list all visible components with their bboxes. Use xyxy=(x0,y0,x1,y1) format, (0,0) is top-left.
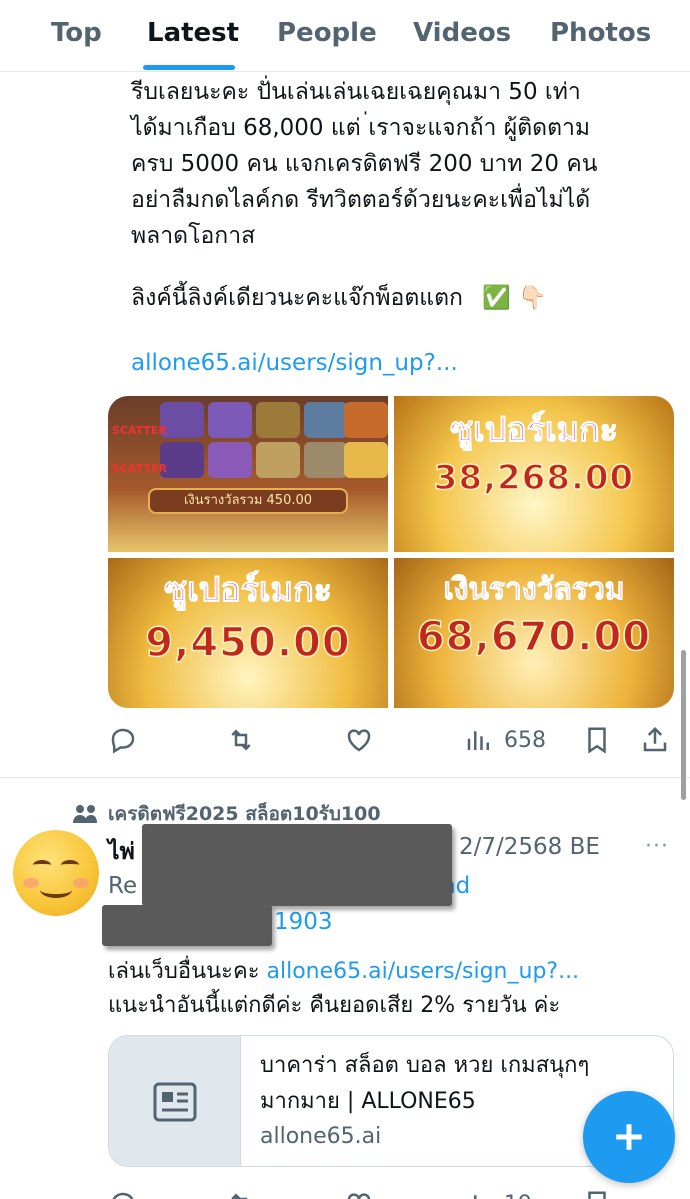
like-icon xyxy=(347,1193,371,1199)
retweet-icon xyxy=(231,729,251,751)
compose-plus-icon xyxy=(616,1124,642,1150)
bookmark-button[interactable] xyxy=(582,720,612,760)
media-super-mega-win-1[interactable]: ซูเปอร์เมกะ 38,268.00 xyxy=(394,396,674,552)
search-tabs: Top Latest People Videos Photos xyxy=(0,0,690,72)
like-button[interactable] xyxy=(344,1184,374,1199)
tweet-action-bar-partial: 19 xyxy=(108,1184,674,1199)
card-domain: allone65.ai xyxy=(260,1124,382,1149)
views-icon xyxy=(474,1195,477,1199)
reply-icon xyxy=(112,1192,134,1199)
tab-videos[interactable]: Videos xyxy=(413,18,511,48)
like-icon xyxy=(347,729,371,752)
scrollbar[interactable] xyxy=(681,650,686,800)
retweet-button[interactable] xyxy=(226,1184,256,1199)
tweet-text-line: พลาดโอกาส xyxy=(131,223,256,249)
retweet-button[interactable] xyxy=(226,720,256,760)
bookmark-button[interactable] xyxy=(582,1184,612,1199)
views-button[interactable]: 19 xyxy=(464,1184,532,1199)
tab-latest[interactable]: Latest xyxy=(147,18,239,48)
compose-button[interactable] xyxy=(583,1091,675,1183)
tweet-date[interactable]: 2/7/2568 BE xyxy=(459,834,600,860)
tweet-text-line: ครบ 5000 คน แจกเครดิตฟรี 200 บาท 20 คน xyxy=(131,151,598,177)
bookmark-icon xyxy=(588,727,606,754)
tab-top[interactable]: Top xyxy=(51,18,102,48)
share-button[interactable] xyxy=(640,720,670,760)
community-icon xyxy=(73,805,97,823)
more-options-button[interactable]: ··· xyxy=(645,834,669,859)
tweet-separator xyxy=(0,777,690,778)
reply-button[interactable] xyxy=(108,720,138,760)
win-title: ซูเปอร์เมกะ xyxy=(164,570,333,611)
scatter-label: SCATTER xyxy=(112,424,167,437)
tweet-text-line: เล่นเว็บอื่นนะคะ allone65.ai/users/sign_… xyxy=(108,955,579,989)
media-super-mega-win-2[interactable]: ซูเปอร์เมกะ 9,450.00 xyxy=(108,558,388,708)
retweet-icon xyxy=(231,1193,248,1199)
views-button[interactable]: 658 xyxy=(464,720,546,760)
checkmark-pointing-emoji: ✅ 👇🏻 xyxy=(482,285,547,311)
slot-win-banner: เงินรางวัลรวม 450.00 xyxy=(148,488,348,514)
reply-icon xyxy=(111,728,135,754)
win-amount: 68,670.00 xyxy=(416,613,652,661)
tab-people[interactable]: People xyxy=(277,18,377,48)
tweet-text-prefix: เล่นเว็บอื่นนะคะ xyxy=(108,959,267,984)
bookmark-icon xyxy=(588,1191,606,1199)
tweet-link-caption: ลิงค์นี้ลิงค์เดียวนะคะแจ๊กพ็อตแตก ✅ 👇🏻 xyxy=(131,280,547,316)
win-title: ซูเปอร์เมกะ xyxy=(450,410,619,451)
scatter-label: SCATTER xyxy=(112,462,167,475)
tweet-link-caption-text: ลิงค์นี้ลิงค์เดียวนะคะแจ๊กพ็อตแตก xyxy=(131,285,463,311)
tweet-text-line: แนะนำอันนี้แต่กดีค่ะ คืนยอดเสีย 2% รายวั… xyxy=(108,993,561,1018)
replying-to-mention-tail[interactable]: 1903 xyxy=(274,909,333,935)
author-name[interactable]: ไพ่ xyxy=(108,834,135,870)
tweet-text-line: ได้มาเกือบ 68,000 แต่ ่เราจะแจกถ้า ผู้ติ… xyxy=(131,115,591,141)
tweet-media-grid[interactable]: SCATTER SCATTER เงินรางวัลรวม 450.00 ซูเ… xyxy=(108,396,674,708)
avatar[interactable] xyxy=(13,830,99,916)
replying-to-prefix: Re xyxy=(108,873,138,899)
tweet-link[interactable]: allone65.ai/users/sign_up?... xyxy=(267,959,580,984)
tweet-action-bar: 658 xyxy=(108,720,674,760)
views-count: 658 xyxy=(504,727,546,753)
reply-button[interactable] xyxy=(108,1184,138,1199)
win-amount: 38,268.00 xyxy=(433,457,635,499)
tweet-text: รีบเลยนะคะ ปั่นเล่นเล่นเฉยเฉยคุณมา 50 เท… xyxy=(131,74,651,254)
views-icon xyxy=(467,731,489,750)
media-total-winnings[interactable]: เงินรางวัลรวม 68,670.00 xyxy=(394,558,674,708)
article-icon xyxy=(153,1082,197,1122)
win-amount: 9,450.00 xyxy=(145,619,351,667)
tweet-text-line: รีบเลยนะคะ ปั่นเล่นเล่นเฉยเฉยคุณมา 50 เท… xyxy=(131,79,581,105)
share-icon xyxy=(643,726,667,752)
replying-to: Re nd xyxy=(108,873,470,899)
views-count: 19 xyxy=(504,1192,532,1199)
active-tab-indicator xyxy=(143,65,235,70)
redaction-box xyxy=(142,824,452,906)
like-button[interactable] xyxy=(344,720,374,760)
tab-photos[interactable]: Photos xyxy=(550,18,651,48)
card-thumbnail xyxy=(109,1036,241,1166)
redaction-box xyxy=(102,905,272,946)
tweet-text-line: อย่าลืมกดไลค์กด รีทวิตตอร์ด้วยนะคะเพื่อไ… xyxy=(131,187,591,213)
win-title: เงินรางวัลรวม xyxy=(443,572,625,608)
tweet-text: เล่นเว็บอื่นนะคะ allone65.ai/users/sign_… xyxy=(108,955,579,1023)
media-slot-screenshot[interactable]: SCATTER SCATTER เงินรางวัลรวม 450.00 xyxy=(108,396,388,552)
tweet-link[interactable]: allone65.ai/users/sign_up?... xyxy=(131,350,458,376)
